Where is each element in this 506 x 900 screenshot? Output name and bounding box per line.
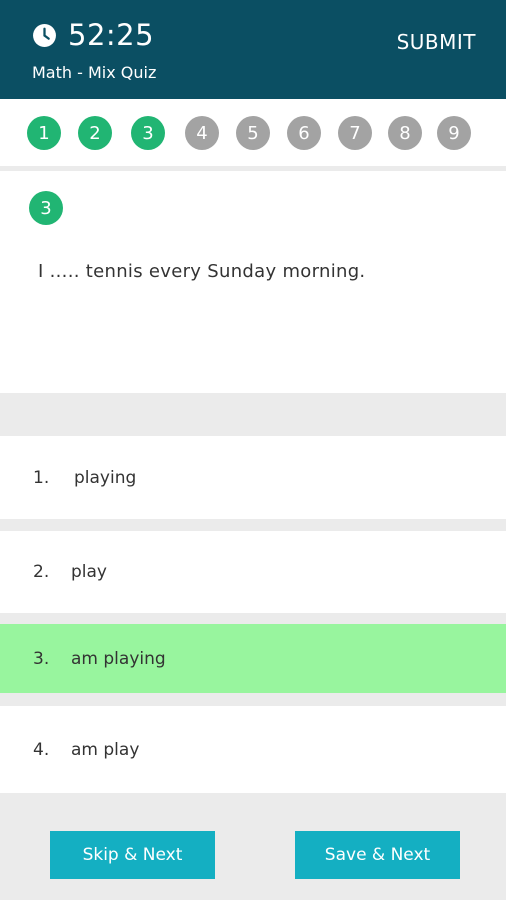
current-question-badge: 3: [29, 191, 63, 225]
option-text: am play: [71, 739, 140, 760]
question-nav-7[interactable]: 7: [338, 116, 372, 150]
option-1[interactable]: 1. playing: [0, 436, 506, 519]
skip-next-button[interactable]: Skip & Next: [50, 831, 215, 879]
question-navigator: 1 2 3 4 5 6 7 8 9: [0, 99, 506, 166]
save-next-button[interactable]: Save & Next: [295, 831, 460, 879]
timer-row: 52:25: [32, 18, 154, 52]
option-number: 2.: [33, 562, 50, 582]
option-text: am playing: [71, 648, 166, 669]
option-number: 4.: [33, 739, 50, 760]
question-nav-3[interactable]: 3: [131, 116, 165, 150]
option-3[interactable]: 3. am playing: [0, 624, 506, 693]
question-nav-8[interactable]: 8: [388, 116, 422, 150]
question-nav-1[interactable]: 1: [27, 116, 61, 150]
countdown-timer: 52:25: [68, 18, 155, 52]
submit-button[interactable]: SUBMIT: [397, 30, 476, 54]
question-text: I ..... tennis every Sunday morning.: [38, 261, 366, 282]
option-number: 1.: [33, 467, 50, 488]
quiz-header: 52:25 Math - Mix Quiz SUBMIT: [0, 0, 506, 99]
option-4[interactable]: 4. am play: [0, 706, 506, 793]
option-2[interactable]: 2. play: [0, 531, 506, 613]
question-nav-4[interactable]: 4: [185, 116, 219, 150]
option-number: 3.: [33, 648, 50, 669]
option-text: playing: [74, 467, 137, 488]
question-card: 3 I ..... tennis every Sunday morning.: [0, 171, 506, 393]
quiz-title: Math - Mix Quiz: [32, 63, 157, 82]
question-nav-9[interactable]: 9: [437, 116, 471, 150]
question-nav-2[interactable]: 2: [78, 116, 112, 150]
question-nav-5[interactable]: 5: [236, 116, 270, 150]
question-nav-6[interactable]: 6: [287, 116, 321, 150]
option-text: play: [71, 562, 107, 582]
clock-icon: [32, 23, 57, 48]
